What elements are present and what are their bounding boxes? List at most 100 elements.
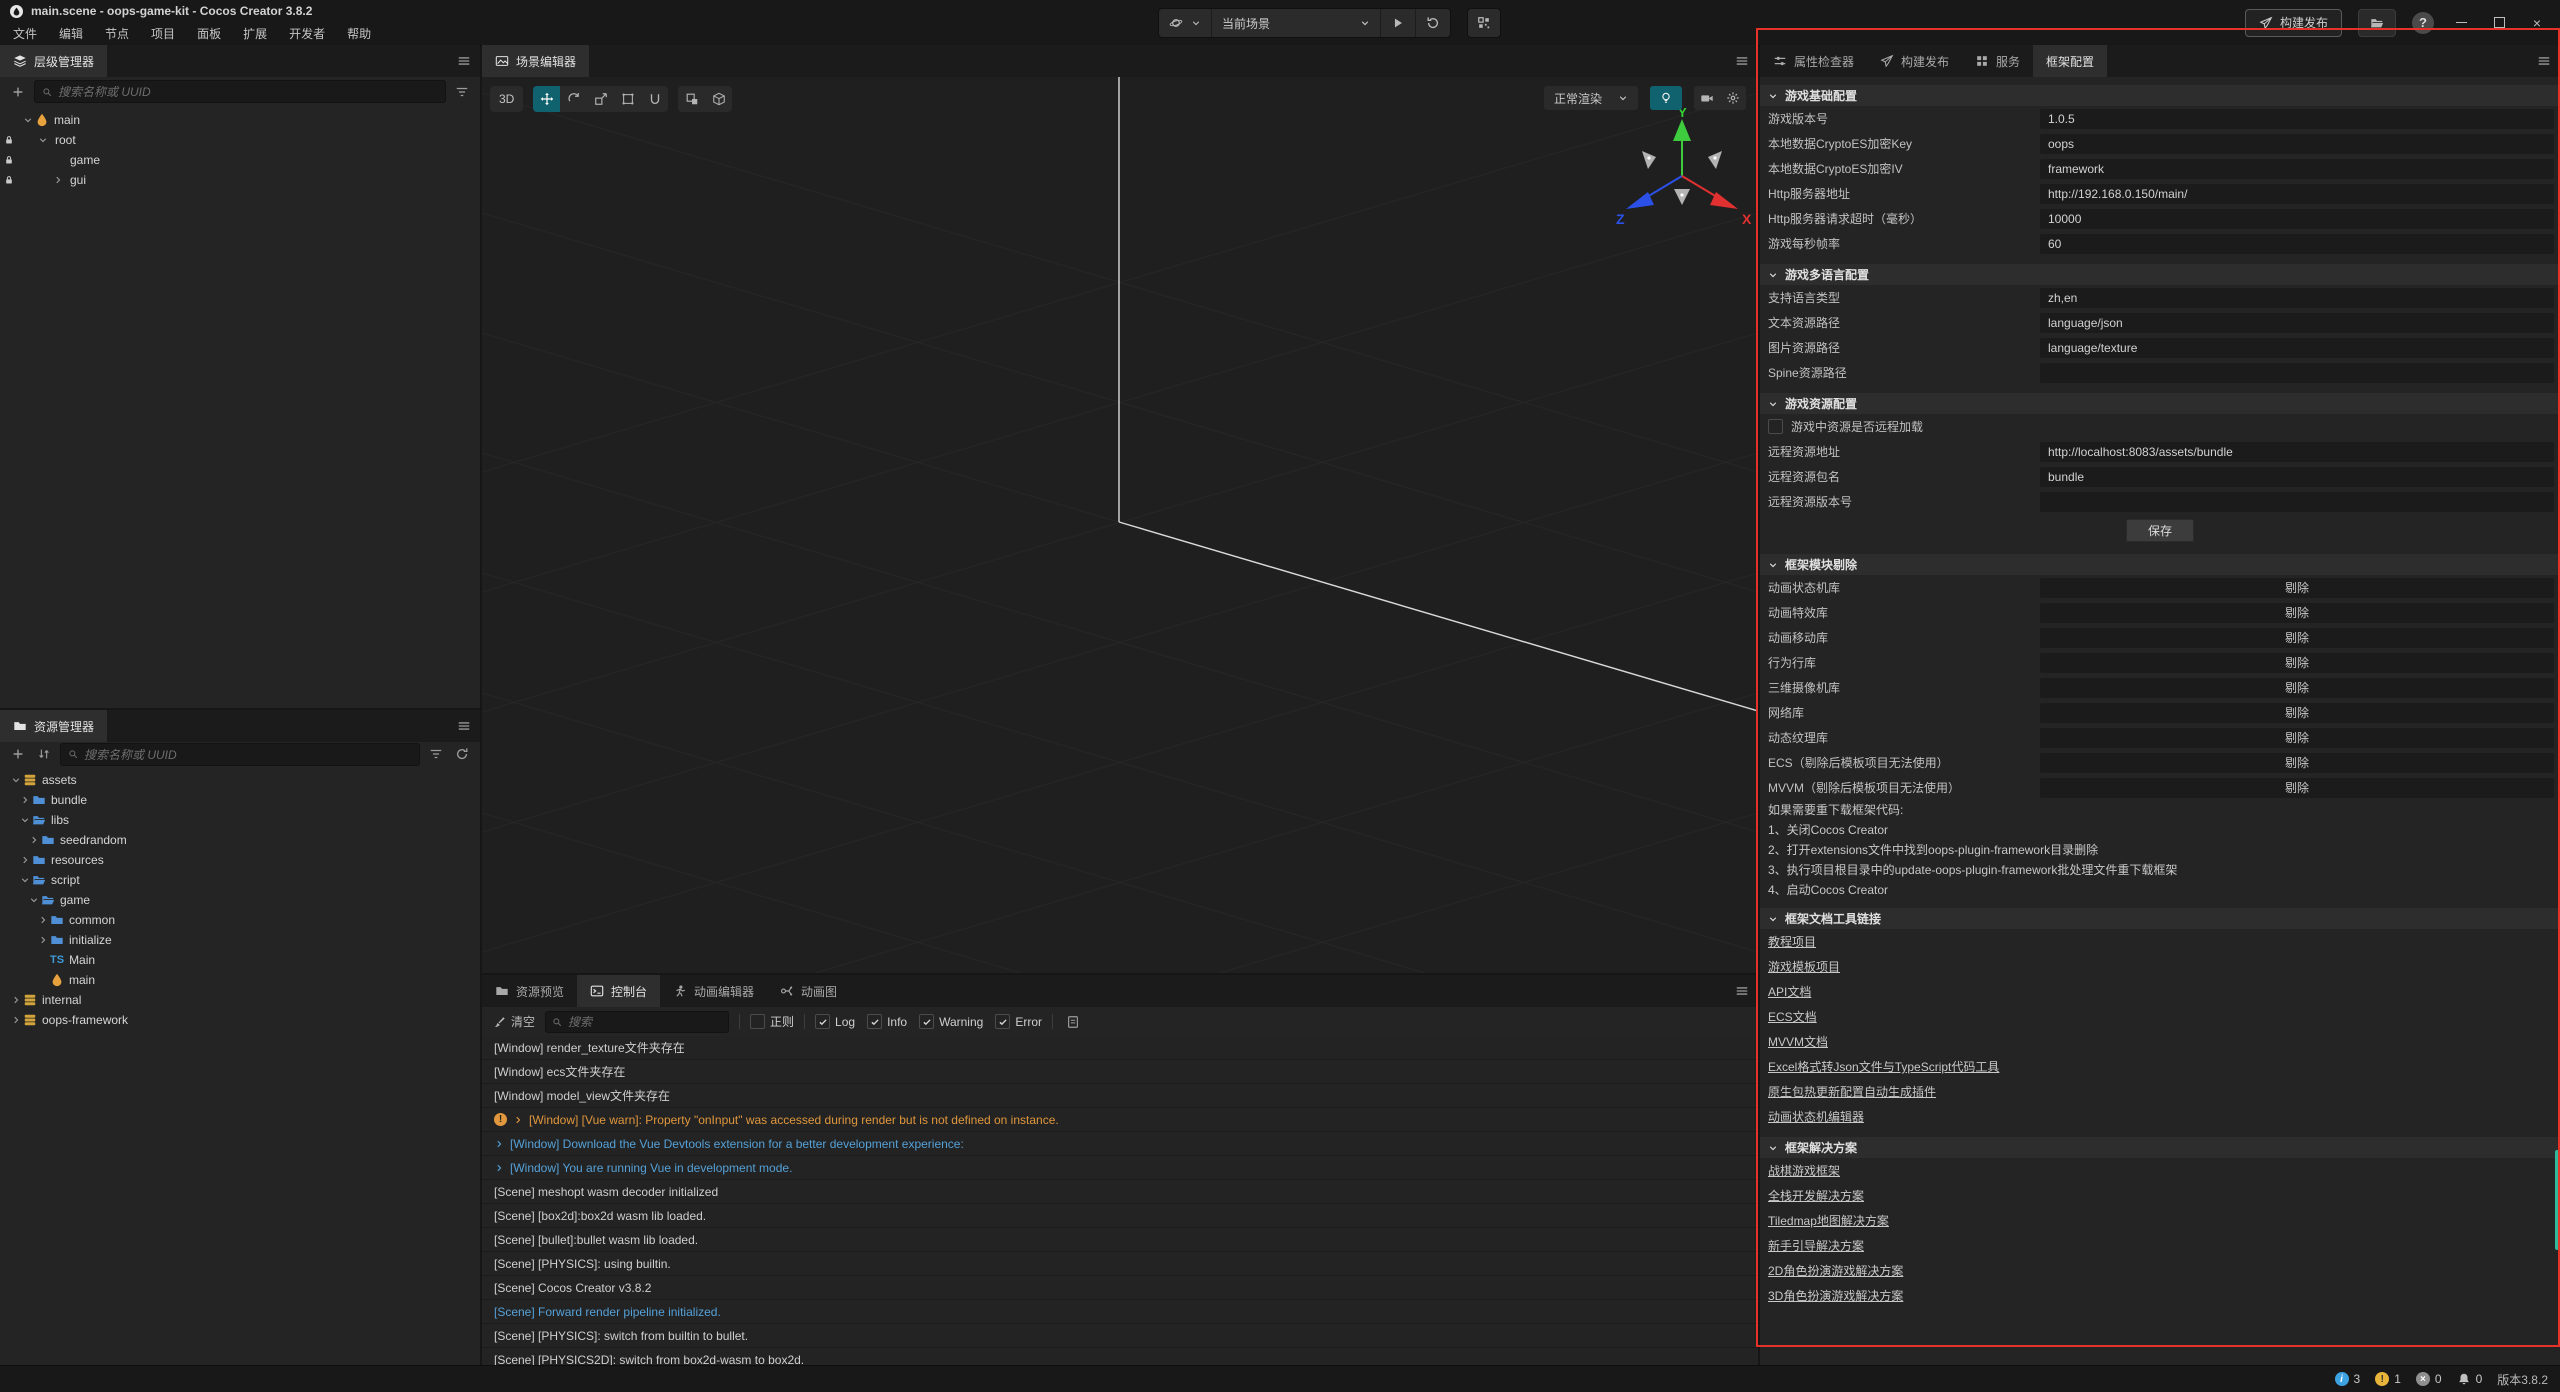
doc-link[interactable]: 教程项目 xyxy=(1768,933,1816,950)
remove-module-button[interactable]: 剔除 xyxy=(2040,578,2554,598)
preview-target-button[interactable] xyxy=(1159,9,1212,37)
config-input[interactable]: oops xyxy=(2040,134,2554,154)
config-input[interactable]: language/texture xyxy=(2040,338,2554,358)
chevron-right-icon[interactable] xyxy=(8,1015,23,1025)
move-tool-button[interactable] xyxy=(533,86,560,112)
console-log-row[interactable]: [Scene] Forward render pipeline initiali… xyxy=(482,1300,1758,1324)
config-input[interactable]: 10000 xyxy=(2040,209,2554,229)
section-header[interactable]: 框架文档工具链接 xyxy=(1760,908,2560,929)
tree-row-script[interactable]: script xyxy=(0,870,480,890)
axis-x-label[interactable]: X xyxy=(1742,211,1752,227)
tree-row-seedrandom[interactable]: seedrandom xyxy=(0,830,480,850)
config-input[interactable] xyxy=(2040,363,2554,383)
refresh-assets-button[interactable] xyxy=(452,744,472,764)
sort-assets-button[interactable] xyxy=(34,744,54,764)
section-header[interactable]: 游戏资源配置 xyxy=(1760,393,2560,414)
menu-item-文件[interactable]: 文件 xyxy=(2,25,48,42)
play-button[interactable] xyxy=(1381,9,1416,37)
remove-module-button[interactable]: 剔除 xyxy=(2040,628,2554,648)
console-log-row[interactable]: ![Window] [Vue warn]: Property "onInput"… xyxy=(482,1108,1758,1132)
pivot-toggle-button[interactable] xyxy=(678,86,705,112)
doc-link[interactable]: 战棋游戏框架 xyxy=(1768,1162,1840,1179)
section-header[interactable]: 框架解决方案 xyxy=(1760,1137,2560,1158)
doc-link[interactable]: ECS文档 xyxy=(1768,1008,1817,1025)
remove-module-button[interactable]: 剔除 xyxy=(2040,778,2554,798)
filter-checkbox-Info[interactable]: Info xyxy=(867,1014,907,1029)
console-log-row[interactable]: [Scene] meshopt wasm decoder initialized xyxy=(482,1180,1758,1204)
scene-viewport[interactable]: 3D 正常渲染 xyxy=(482,77,1758,973)
console-log-row[interactable]: [Window] model_view文件夹存在 xyxy=(482,1084,1758,1108)
console-log-row[interactable]: [Scene] [box2d]:box2d wasm lib loaded. xyxy=(482,1204,1758,1228)
console-log-row[interactable]: [Scene] Cocos Creator v3.8.2 xyxy=(482,1276,1758,1300)
panel-menu-icon[interactable] xyxy=(1735,54,1749,68)
console-tab-动画图[interactable]: 动画图 xyxy=(767,975,850,1007)
console-log-row[interactable]: [Scene] [PHYSICS]: using builtin. xyxy=(482,1252,1758,1276)
clear-console-button[interactable]: 清空 xyxy=(492,1013,535,1030)
config-input[interactable]: 60 xyxy=(2040,234,2554,254)
tab-scene-editor[interactable]: 场景编辑器 xyxy=(482,45,589,77)
console-log-row[interactable]: [Window] Download the Vue Devtools exten… xyxy=(482,1132,1758,1156)
tree-row-common[interactable]: common xyxy=(0,910,480,930)
regex-checkbox[interactable]: 正则 xyxy=(750,1013,794,1030)
gizmo-2d-tool-button[interactable] xyxy=(641,86,668,112)
config-input[interactable]: zh,en xyxy=(2040,288,2554,308)
menu-item-开发者[interactable]: 开发者 xyxy=(278,25,336,42)
minimize-button[interactable] xyxy=(2450,12,2472,34)
scene-light-toggle[interactable] xyxy=(1650,86,1682,110)
section-header[interactable]: 框架模块剔除 xyxy=(1760,554,2560,575)
config-input[interactable]: http://localhost:8083/assets/bundle xyxy=(2040,442,2554,462)
warning-count[interactable]: ! 1 xyxy=(2375,1372,2401,1386)
menu-item-扩展[interactable]: 扩展 xyxy=(232,25,278,42)
config-input[interactable] xyxy=(2040,492,2554,512)
tree-row-assets[interactable]: assets xyxy=(0,770,480,790)
tree-row-oops-framework[interactable]: oops-framework xyxy=(0,1010,480,1030)
menu-item-项目[interactable]: 项目 xyxy=(140,25,186,42)
info-count[interactable]: i 3 xyxy=(2335,1372,2361,1386)
rotate-tool-button[interactable] xyxy=(560,86,587,112)
chevron-right-icon[interactable] xyxy=(17,795,32,805)
config-input[interactable]: bundle xyxy=(2040,467,2554,487)
filter-checkbox-Error[interactable]: Error xyxy=(995,1014,1042,1029)
config-input[interactable]: http://192.168.0.150/main/ xyxy=(2040,184,2554,204)
tree-row-gui[interactable]: gui xyxy=(0,170,480,190)
chevron-down-icon[interactable] xyxy=(20,115,35,125)
inspector-tab-属性检查器[interactable]: 属性检查器 xyxy=(1760,45,1867,77)
create-node-button[interactable] xyxy=(8,82,28,102)
inspector-tab-服务[interactable]: 服务 xyxy=(1962,45,2033,77)
tree-row-initialize[interactable]: initialize xyxy=(0,930,480,950)
create-asset-button[interactable] xyxy=(8,744,28,764)
save-button[interactable]: 保存 xyxy=(2126,519,2194,542)
chevron-down-icon[interactable] xyxy=(8,775,23,785)
axis-z-label[interactable]: Z xyxy=(1616,211,1625,227)
chevron-down-icon[interactable] xyxy=(17,815,32,825)
doc-link[interactable]: 2D角色扮演游戏解决方案 xyxy=(1768,1262,1903,1279)
doc-link[interactable]: Excel格式转Json文件与TypeScript代码工具 xyxy=(1768,1058,1999,1075)
tree-row-game[interactable]: game xyxy=(0,890,480,910)
console-log-row[interactable]: [Window] render_texture文件夹存在 xyxy=(482,1036,1758,1060)
console-tab-资源预览[interactable]: 资源预览 xyxy=(482,975,577,1007)
remove-module-button[interactable]: 剔除 xyxy=(2040,753,2554,773)
panel-menu-icon[interactable] xyxy=(2537,54,2551,68)
doc-link[interactable]: 游戏模板项目 xyxy=(1768,958,1840,975)
tree-row-resources[interactable]: resources xyxy=(0,850,480,870)
tree-row-internal[interactable]: internal xyxy=(0,990,480,1010)
build-publish-button[interactable]: 构建发布 xyxy=(2245,9,2342,37)
filter-checkbox-Log[interactable]: Log xyxy=(815,1014,855,1029)
doc-link[interactable]: MVVM文档 xyxy=(1768,1033,1828,1050)
filter-button[interactable] xyxy=(452,82,472,102)
close-button[interactable]: × xyxy=(2526,12,2548,34)
tree-row-bundle[interactable]: bundle xyxy=(0,790,480,810)
dimension-toggle-button[interactable]: 3D xyxy=(490,86,523,112)
chevron-right-icon[interactable] xyxy=(50,175,65,185)
section-header[interactable]: 游戏多语言配置 xyxy=(1760,264,2560,285)
inspector-tab-构建发布[interactable]: 构建发布 xyxy=(1867,45,1962,77)
chevron-down-icon[interactable] xyxy=(17,875,32,885)
render-mode-select[interactable]: 正常渲染 xyxy=(1544,86,1638,110)
tree-row-Main[interactable]: TSMain xyxy=(0,950,480,970)
scale-tool-button[interactable] xyxy=(587,86,614,112)
notification-count[interactable]: 0 xyxy=(2457,1372,2483,1386)
remove-module-button[interactable]: 剔除 xyxy=(2040,678,2554,698)
menu-item-节点[interactable]: 节点 xyxy=(94,25,140,42)
config-input[interactable]: 1.0.5 xyxy=(2040,109,2554,129)
config-input[interactable]: framework xyxy=(2040,159,2554,179)
